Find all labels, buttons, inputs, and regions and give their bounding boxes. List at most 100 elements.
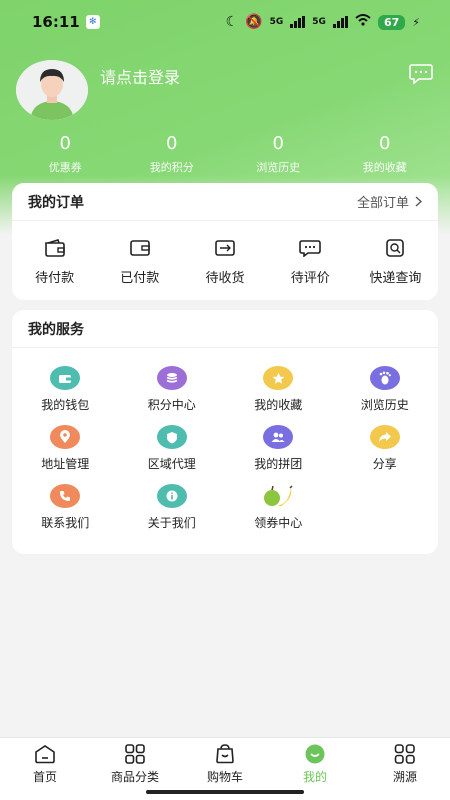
stat-label: 浏览历史: [256, 161, 301, 174]
app-badge-icon: ✻: [85, 15, 100, 29]
service-about[interactable]: 关于我们: [119, 484, 226, 531]
stat-history[interactable]: 0 浏览历史: [225, 133, 332, 175]
chevron-right-icon: [415, 196, 422, 207]
service-history[interactable]: 浏览历史: [332, 366, 439, 413]
service-regional-agent[interactable]: 区域代理: [119, 425, 226, 472]
comment-icon: [299, 240, 322, 257]
smile-icon: [305, 744, 325, 764]
service-address[interactable]: 地址管理: [12, 425, 119, 472]
service-coupon-center[interactable]: 领券中心: [225, 484, 332, 531]
grid-icon: [125, 744, 145, 764]
wifi-icon: [355, 14, 371, 30]
trace-icon: [394, 744, 415, 764]
orders-header: 我的订单 全部订单: [12, 183, 438, 221]
all-orders-link[interactable]: 全部订单: [357, 192, 422, 211]
signal-icon: [290, 16, 306, 28]
stat-label: 我的积分: [149, 161, 194, 174]
service-label: 我的收藏: [254, 398, 303, 412]
stat-favorites[interactable]: 0 我的收藏: [332, 133, 439, 175]
all-orders-label: 全部订单: [356, 196, 409, 211]
stat-value: 0: [59, 133, 71, 154]
status-time: 16:11: [32, 13, 80, 31]
order-label: 待评价: [290, 271, 330, 286]
fruit-icon: [261, 484, 295, 508]
service-label: 分享: [372, 457, 397, 471]
stat-points[interactable]: 0 我的积分: [119, 133, 226, 175]
stats-row: 0 优惠券 0 我的积分 0 浏览历史 0 我的收藏: [12, 133, 438, 175]
message-icon[interactable]: [409, 63, 433, 85]
order-label: 快递查询: [369, 271, 422, 286]
service-label: 浏览历史: [360, 398, 409, 412]
moon-icon: ☾: [225, 14, 239, 30]
order-pending-payment[interactable]: 待付款: [12, 239, 97, 286]
phone-icon: [50, 484, 81, 508]
service-label: 我的钱包: [41, 398, 90, 412]
tab-label: 首页: [32, 770, 57, 784]
tab-label: 我的: [302, 770, 327, 784]
service-label: 区域代理: [147, 457, 196, 471]
footprint-icon: [369, 366, 400, 390]
service-label: 联系我们: [41, 516, 90, 530]
network-label-2: 5G: [312, 17, 326, 27]
service-contact[interactable]: 联系我们: [12, 484, 119, 531]
tab-label: 溯源: [392, 770, 417, 784]
signal-icon-2: [332, 16, 348, 28]
coins-icon: [156, 366, 187, 390]
services-title: 我的服务: [28, 321, 84, 338]
service-group-buy[interactable]: 我的拼团: [225, 425, 332, 472]
home-indicator: [146, 790, 304, 794]
service-label: 关于我们: [147, 516, 196, 530]
home-icon: [35, 745, 55, 764]
order-status-row: 待付款 已付款 待收货 待评价 快递查询: [12, 221, 438, 286]
service-label: 我的拼团: [254, 457, 303, 471]
box-icon: [215, 240, 235, 256]
card-icon: [129, 240, 150, 256]
order-label: 待收货: [205, 271, 245, 286]
location-icon: [50, 425, 81, 449]
info-icon: [156, 484, 187, 508]
login-prompt[interactable]: 请点击登录: [100, 64, 180, 88]
stat-value: 0: [272, 133, 284, 154]
orders-title: 我的订单: [28, 194, 84, 211]
shield-icon: [156, 425, 187, 449]
services-header: 我的服务: [12, 310, 438, 348]
status-indicators: ☾ 🔕 5G 5G 67 ⚡: [226, 14, 420, 30]
stat-label: 优惠券: [48, 161, 82, 174]
tab-label: 商品分类: [110, 770, 159, 784]
service-points-center[interactable]: 积分中心: [119, 366, 226, 413]
avatar[interactable]: [16, 60, 88, 120]
tab-label: 购物车: [206, 770, 243, 784]
group-icon: [263, 425, 294, 449]
order-label: 待付款: [35, 271, 75, 286]
battery-indicator: 67: [377, 14, 406, 30]
stat-label: 我的收藏: [362, 161, 407, 174]
network-label: 5G: [269, 17, 284, 27]
search-package-icon: [386, 239, 405, 257]
stat-value: 0: [379, 133, 391, 154]
service-label: 领券中心: [254, 516, 303, 530]
status-bar: 16:11 ✻ ☾ 🔕 5G 5G 67 ⚡: [0, 0, 450, 44]
order-paid[interactable]: 已付款: [97, 239, 182, 286]
stat-coupons[interactable]: 0 优惠券: [12, 133, 119, 175]
order-pending-review[interactable]: 待评价: [268, 239, 353, 286]
service-share[interactable]: 分享: [332, 425, 439, 472]
order-pending-receipt[interactable]: 待收货: [182, 239, 267, 286]
charging-icon: ⚡: [412, 15, 420, 29]
cart-icon: [216, 744, 234, 764]
service-favorites[interactable]: 我的收藏: [225, 366, 332, 413]
orders-card: 我的订单 全部订单 待付款 已付款 待收货 待评价 快递查询: [12, 183, 438, 300]
tab-home[interactable]: 首页: [0, 738, 90, 800]
share-icon: [369, 425, 400, 449]
stat-value: 0: [166, 133, 178, 154]
order-label: 已付款: [120, 271, 160, 286]
order-express-query[interactable]: 快递查询: [353, 239, 438, 286]
service-label: 地址管理: [41, 457, 90, 471]
services-card: 我的服务 我的钱包 积分中心 我的收藏 浏览历史 地址管理 区域代理 我的拼团 …: [12, 310, 438, 554]
tab-traceability[interactable]: 溯源: [360, 738, 450, 800]
wallet-icon: [44, 239, 65, 257]
mute-icon: 🔕: [245, 14, 263, 30]
service-label: 积分中心: [147, 398, 196, 412]
services-grid: 我的钱包 积分中心 我的收藏 浏览历史 地址管理 区域代理 我的拼团 分享 联系…: [12, 348, 438, 531]
service-wallet[interactable]: 我的钱包: [12, 366, 119, 413]
wallet-icon: [50, 366, 81, 390]
